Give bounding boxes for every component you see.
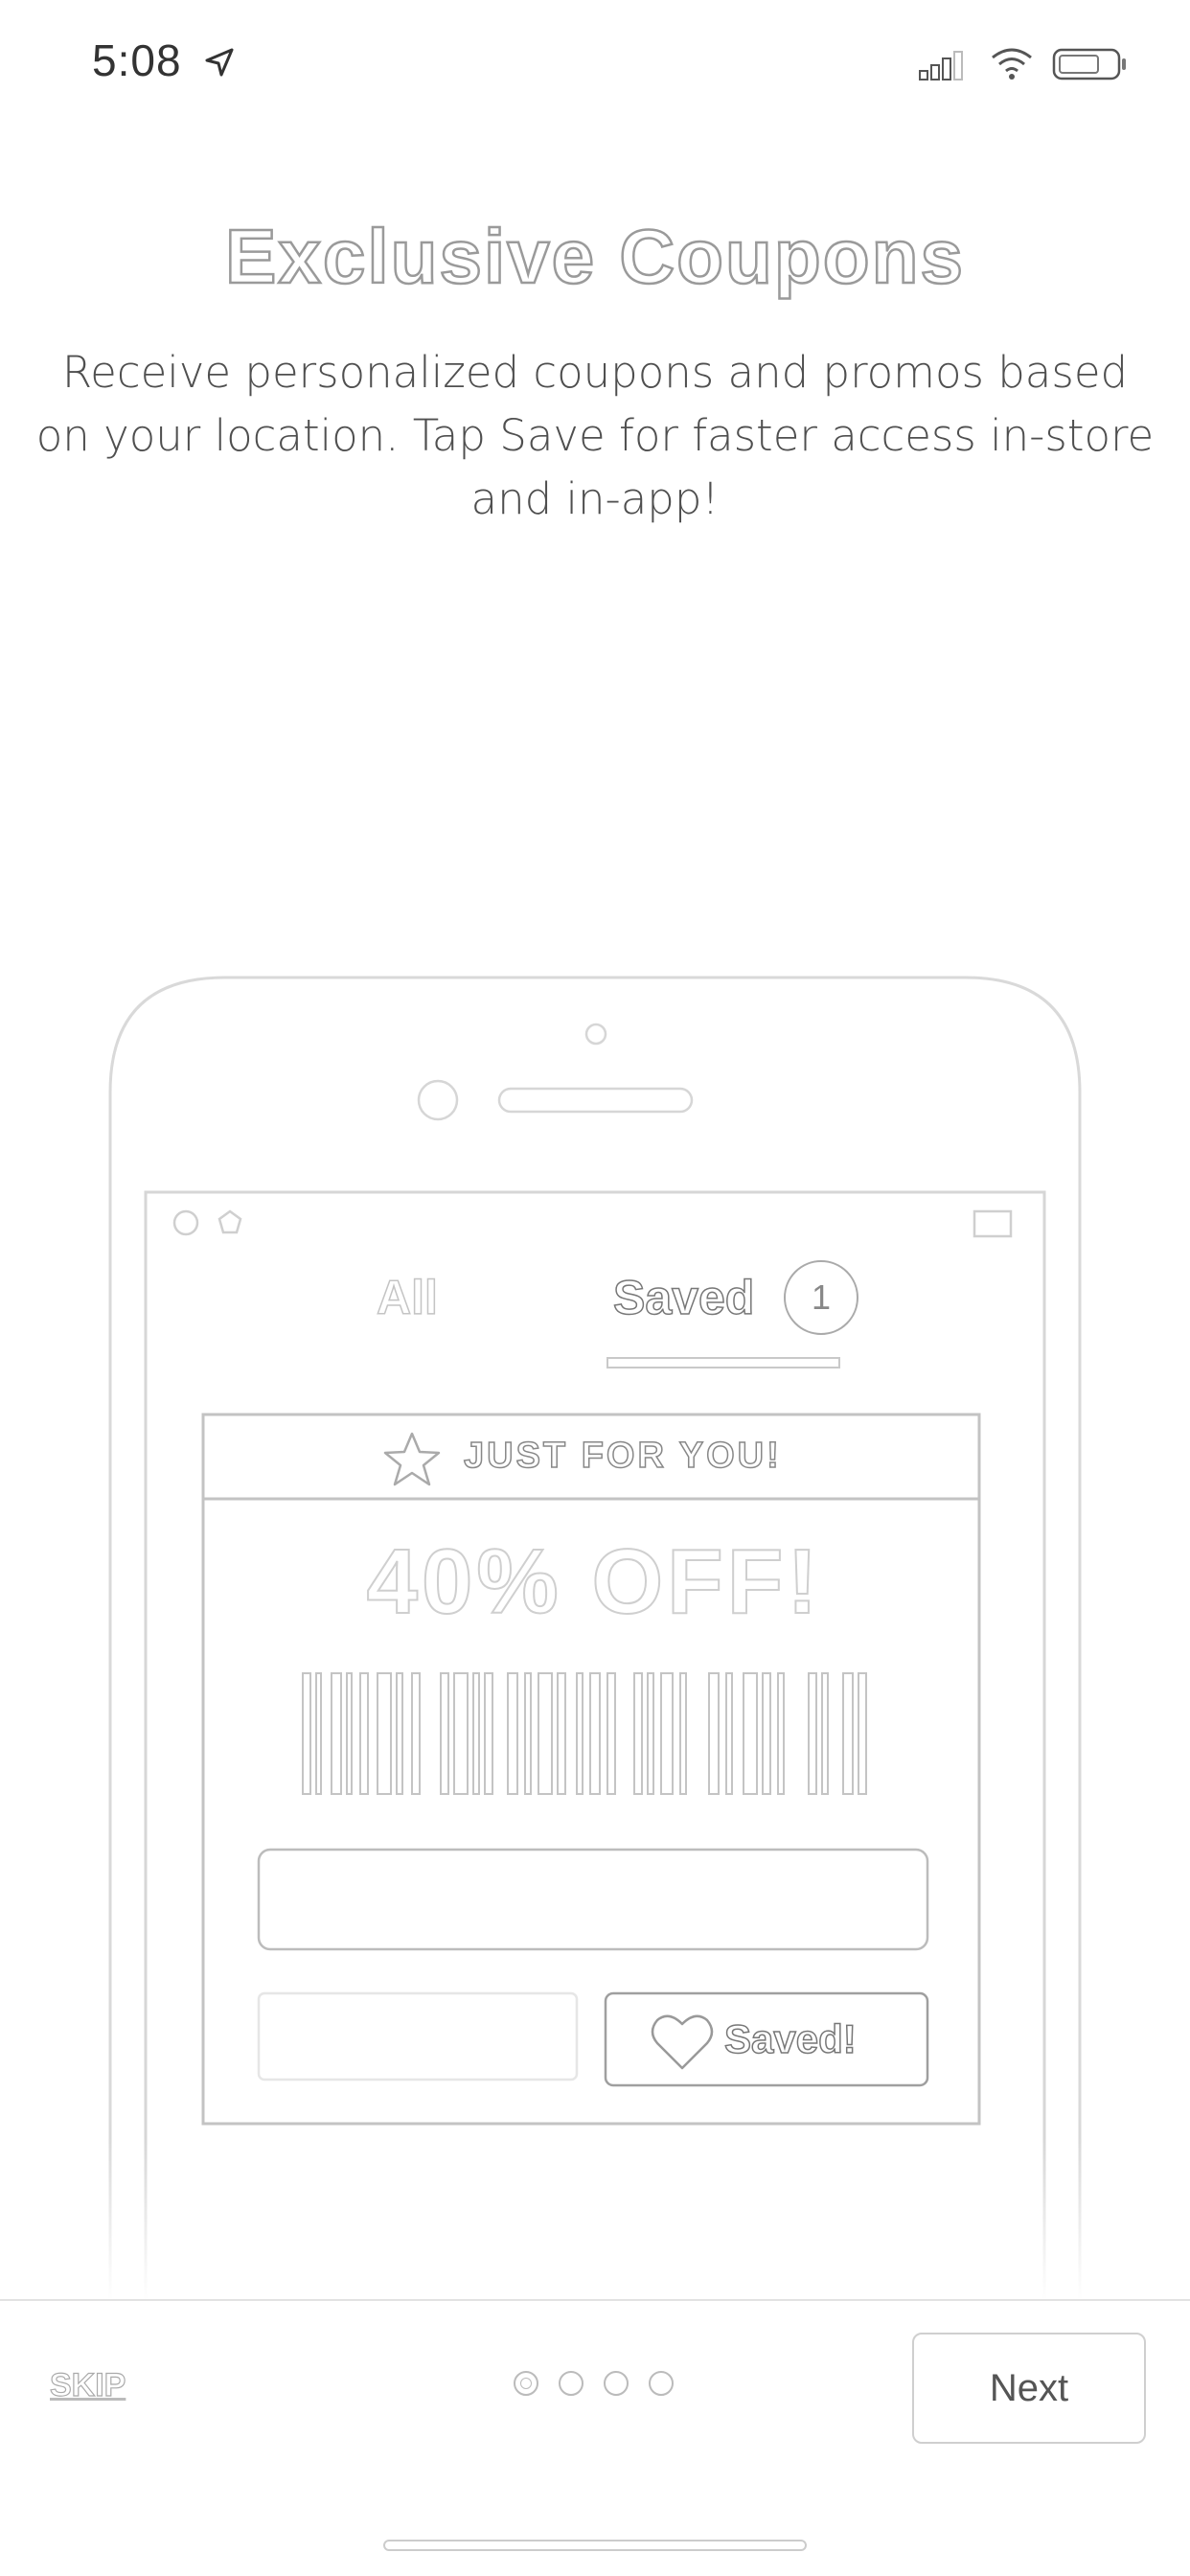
page-dot-1[interactable] [514, 2371, 538, 2396]
onboarding-description: Receive personalized coupons and promos … [35, 347, 1155, 524]
status-time: 5:08 [92, 35, 182, 85]
barcode-icon [302, 1672, 867, 1795]
saved-button-label: Saved! [723, 2015, 857, 2062]
battery-icon [1052, 48, 1126, 80]
saved-count-badge: 1 [784, 1260, 858, 1335]
coupon-discount: 40% OFF! [366, 1530, 822, 1634]
signal-icon [919, 51, 963, 80]
skip-button[interactable]: SKIP [49, 2366, 126, 2404]
coupon-header: JUST FOR YOU! [463, 1435, 782, 1477]
page-dot-3[interactable] [604, 2371, 629, 2396]
status-bar: 5:08 [0, 0, 1190, 125]
tab-saved: Saved [612, 1270, 755, 1325]
heart-icon [651, 2014, 714, 2070]
page-dot-4[interactable] [649, 2371, 674, 2396]
home-indicator[interactable] [383, 2540, 807, 2551]
location-arrow-icon [205, 48, 234, 77]
page-indicator [514, 2371, 686, 2404]
page-dot-2[interactable] [559, 2371, 584, 2396]
onboarding-title: Exclusive Coupons [224, 213, 965, 301]
footer-divider [0, 2299, 1190, 2301]
wifi-icon [992, 48, 1032, 80]
next-button[interactable]: Next [912, 2333, 1146, 2444]
tab-all: All [376, 1270, 438, 1325]
illustration-fade [0, 2137, 1190, 2300]
